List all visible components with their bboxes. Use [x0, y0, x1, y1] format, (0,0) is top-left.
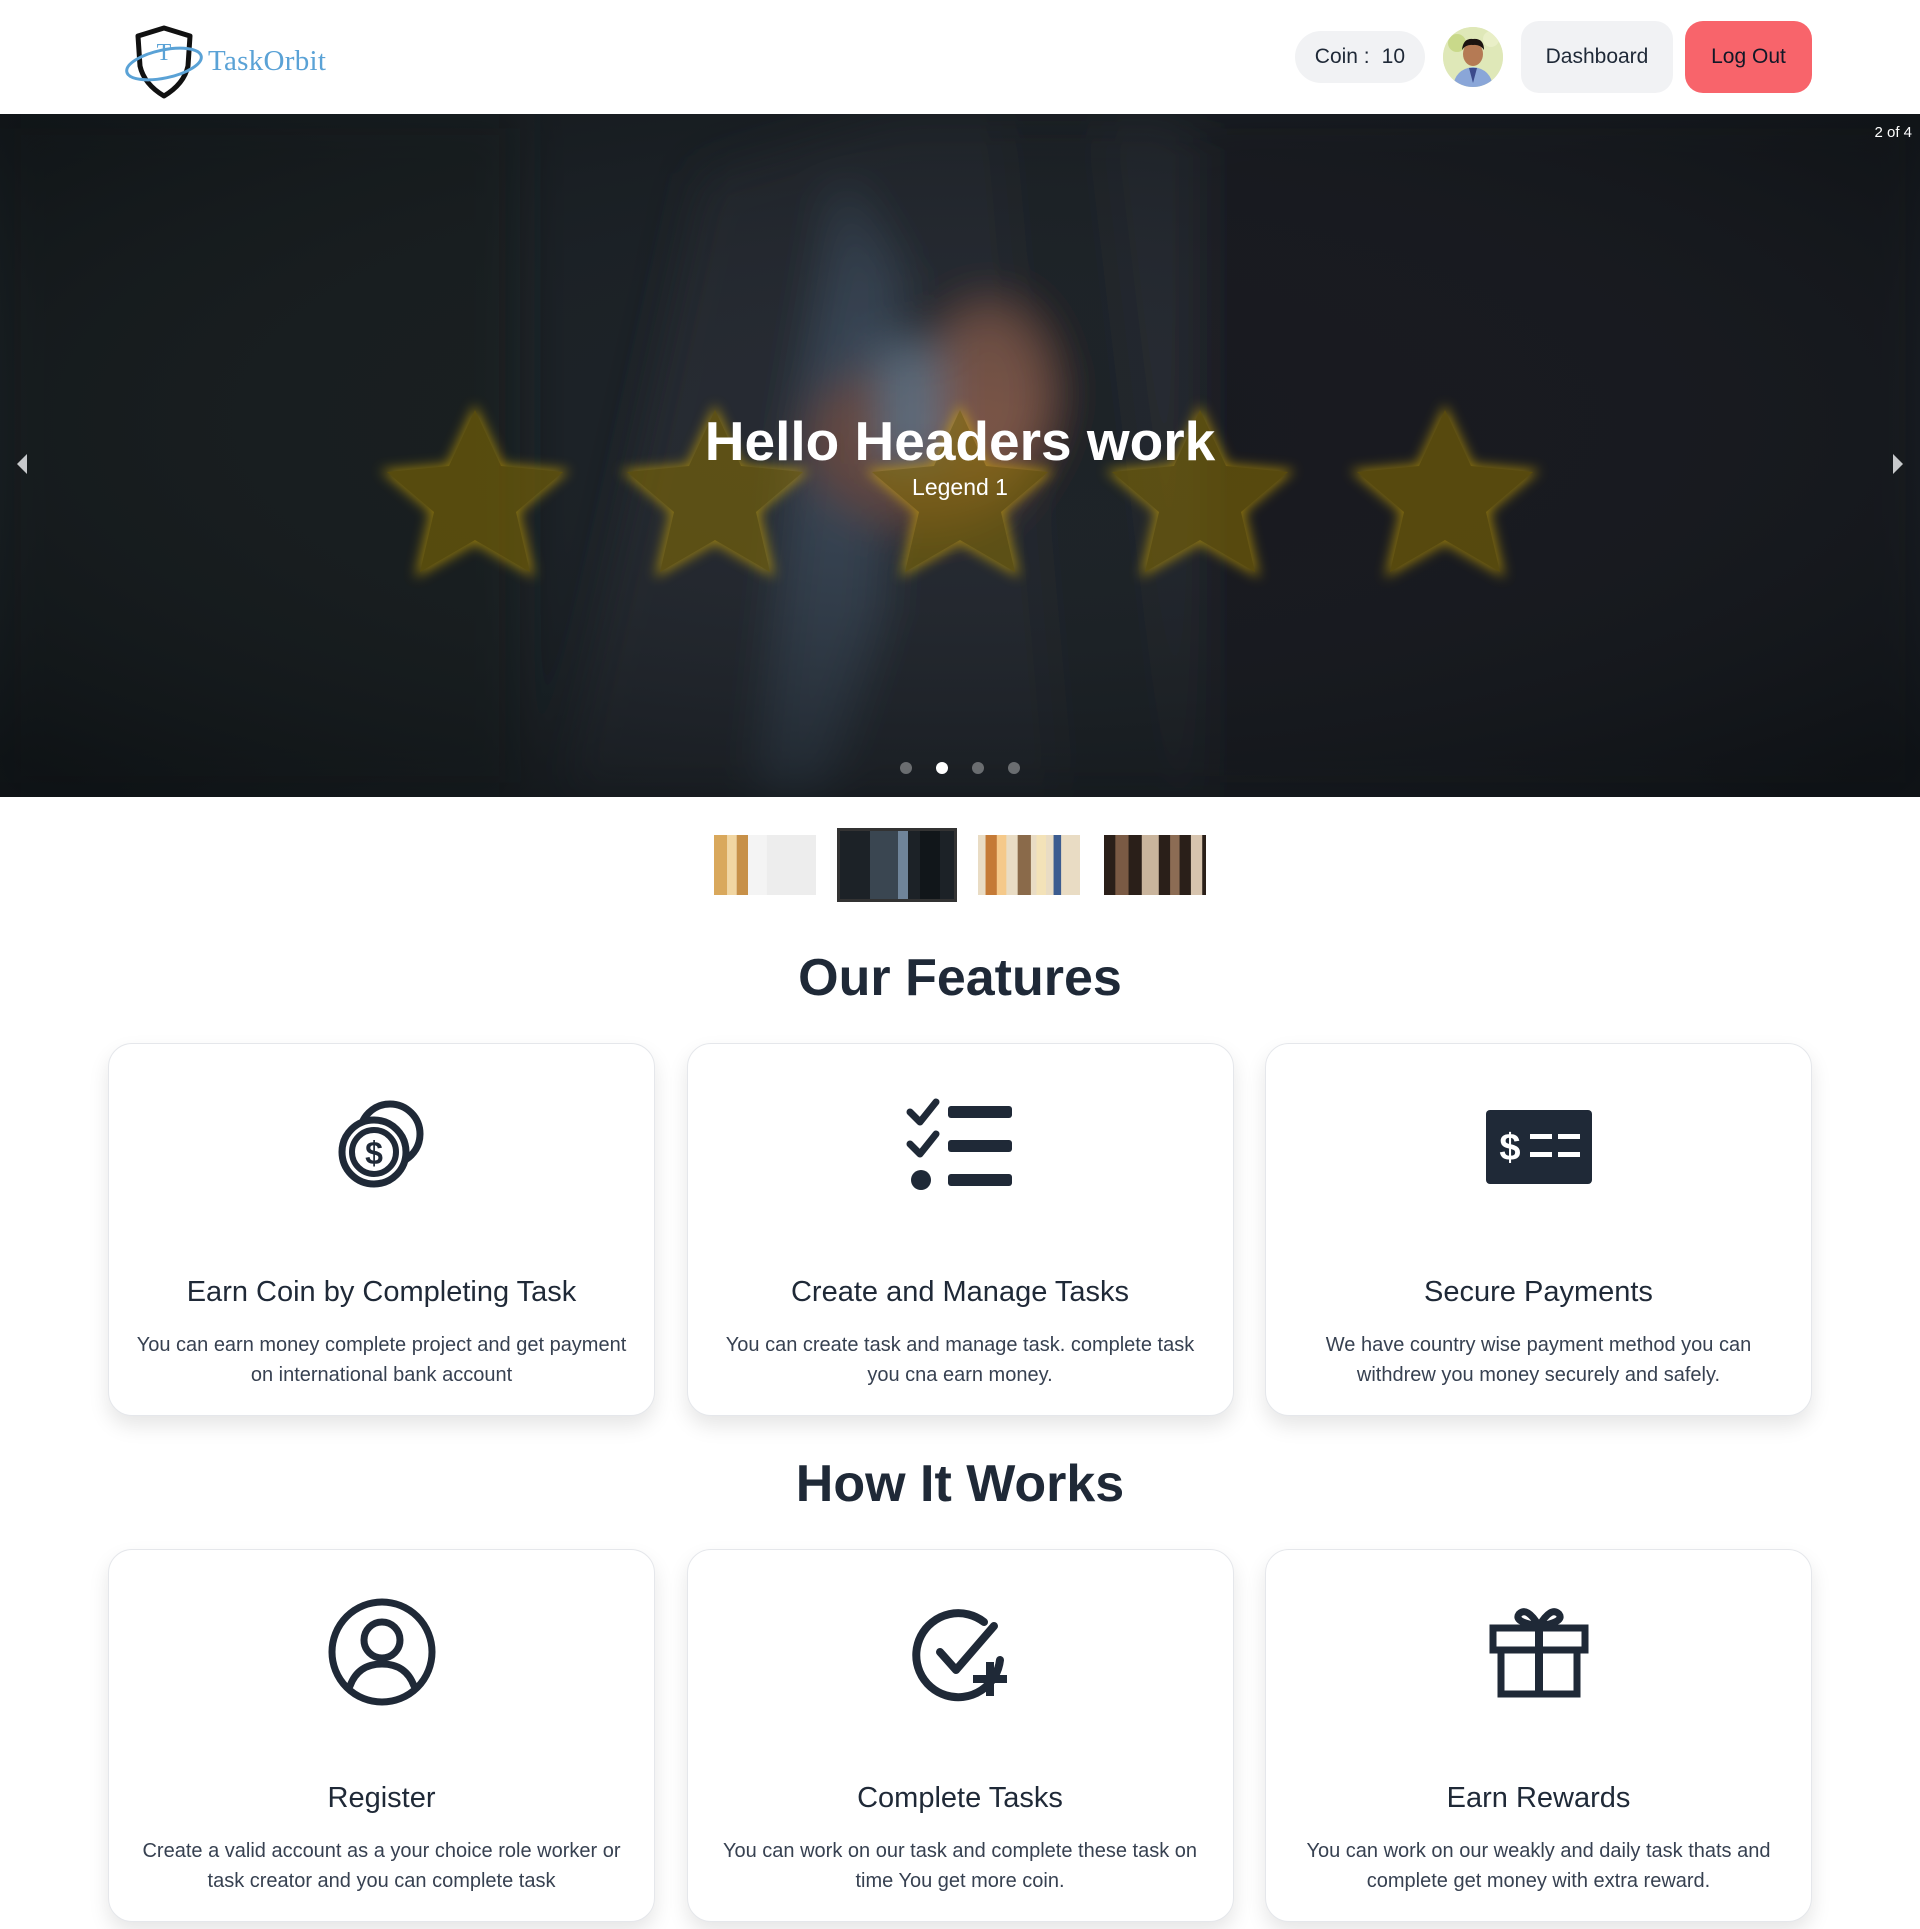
hero-carousel[interactable]: 2 of 4 Hello Headers work Legend 1 — [0, 114, 1920, 797]
feature-card: Create and Manage Tasks You can create t… — [686, 1043, 1234, 1416]
carousel-prev-button[interactable] — [10, 444, 34, 484]
nav-actions: Coin : 10 Dashboard Log Out — [1294, 21, 1812, 93]
brand-logo[interactable]: T TaskOrbit — [124, 22, 326, 100]
svg-text:T: T — [157, 40, 172, 66]
thumbnail-image — [840, 831, 954, 899]
how-it-works-title: How It Works — [795, 1455, 1125, 1513]
thumbnail-image — [1104, 835, 1206, 895]
shield-logo-icon: T — [125, 25, 203, 99]
carousel-thumbnails — [0, 828, 1920, 902]
card-title: Earn Rewards — [1446, 1782, 1631, 1814]
avatar[interactable] — [1443, 27, 1503, 87]
brand-name: TaskOrbit — [208, 44, 327, 77]
coin-value: 10 — [1381, 45, 1405, 68]
feature-card: $ Secure Payments We have country wise p… — [1265, 1043, 1812, 1416]
feature-card: $ Earn Coin by Completing Task You can e… — [108, 1043, 655, 1416]
svg-text:$: $ — [1499, 1127, 1520, 1169]
card-title: Create and Manage Tasks — [790, 1276, 1129, 1308]
carousel-dots — [0, 762, 1920, 774]
coin-balance: Coin : 10 — [1294, 31, 1425, 83]
card-title: Register — [327, 1782, 436, 1814]
coins-icon: $ — [338, 1100, 423, 1188]
check-plus-icon — [912, 1609, 1007, 1702]
slide-title: Hello Headers work — [704, 410, 1216, 472]
card-title: Secure Payments — [1424, 1276, 1653, 1308]
thumbnail-4[interactable] — [1101, 832, 1209, 898]
logout-button[interactable]: Log Out — [1685, 21, 1812, 93]
arrow-left-icon — [17, 454, 27, 474]
thumbnail-3[interactable] — [975, 832, 1083, 898]
user-avatar-icon — [1443, 27, 1503, 87]
slide-legend: Legend 1 — [912, 474, 1008, 500]
card-text: You can work on our weakly and daily tas… — [1306, 1840, 1771, 1892]
thumbnail-2[interactable] — [837, 828, 957, 902]
carousel-dot-2[interactable] — [936, 762, 948, 774]
thumbnail-image — [978, 835, 1080, 895]
navbar: T TaskOrbit Coin : 10 Dashboard Log Out — [0, 0, 1920, 114]
gift-icon — [1489, 1608, 1588, 1698]
carousel-dot-3[interactable] — [972, 762, 984, 774]
card-text: You can earn money complete project and … — [136, 1334, 627, 1386]
svg-text:$: $ — [365, 1135, 383, 1171]
card-text: We have country wise payment method you … — [1325, 1334, 1752, 1386]
card-text: You can create task and manage task. com… — [725, 1334, 1195, 1386]
arrow-right-icon — [1893, 454, 1903, 474]
card-title: Earn Coin by Completing Task — [186, 1276, 577, 1308]
step-card: Complete Tasks You can work on our task … — [686, 1549, 1234, 1922]
how-it-works-cards: Register Create a valid account as a you… — [108, 1549, 1812, 1922]
features-cards: $ Earn Coin by Completing Task You can e… — [108, 1043, 1812, 1416]
thumbnail-image — [714, 835, 816, 895]
user-circle-icon — [328, 1598, 435, 1706]
step-card: Earn Rewards You can work on our weakly … — [1265, 1549, 1812, 1922]
step-card: Register Create a valid account as a you… — [108, 1549, 655, 1922]
carousel-dot-4[interactable] — [1008, 762, 1020, 774]
task-list-icon — [906, 1098, 1012, 1190]
card-title: Complete Tasks — [857, 1782, 1063, 1814]
carousel-dot-1[interactable] — [900, 762, 912, 774]
coin-label: Coin : — [1314, 45, 1370, 68]
card-text: You can work on our task and complete th… — [723, 1840, 1197, 1892]
dashboard-button[interactable]: Dashboard — [1521, 21, 1673, 93]
card-text: Create a valid account as a your choice … — [142, 1840, 621, 1892]
slide-counter: 2 of 4 — [1874, 124, 1912, 141]
carousel-next-button[interactable] — [1886, 444, 1910, 484]
features-title: Our Features — [798, 949, 1122, 1007]
thumbnail-1[interactable] — [711, 832, 819, 898]
payment-check-icon: $ — [1485, 1110, 1592, 1184]
